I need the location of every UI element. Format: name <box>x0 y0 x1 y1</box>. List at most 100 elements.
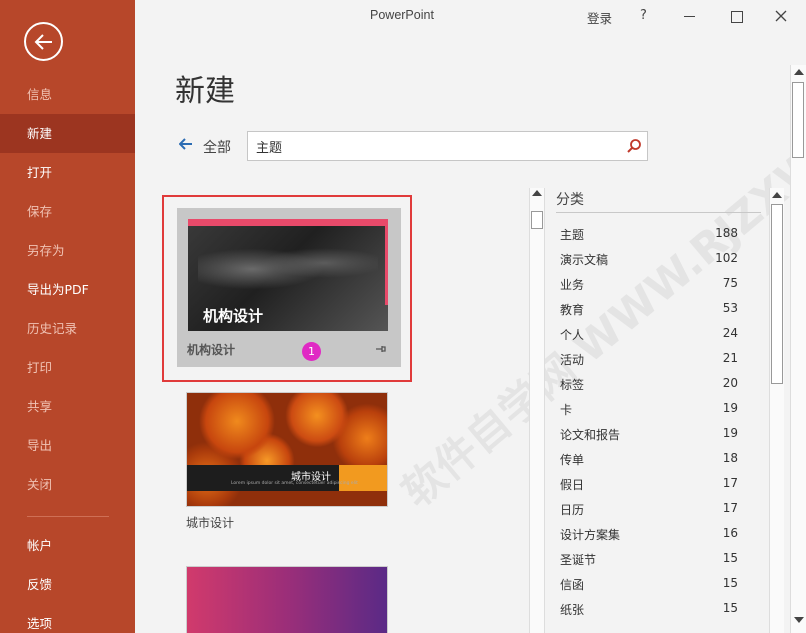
thumbnail-band: 城市设计 Lorem ipsum dolor sit amet, consect… <box>187 465 387 491</box>
thumbnail-band-accent <box>339 465 387 491</box>
page-scrollbar[interactable] <box>790 65 806 633</box>
category-count: 17 <box>722 476 738 490</box>
backstage-sidebar: 信息 新建 打开 保存 另存为 导出为PDF 历史记录 打印 共享 导出 关闭 … <box>0 0 135 633</box>
scrollbar-thumb[interactable] <box>531 211 543 229</box>
category-count: 53 <box>722 301 738 315</box>
scrollbar-thumb[interactable] <box>792 82 804 158</box>
category-count: 21 <box>722 351 738 365</box>
minimize-button[interactable] <box>680 6 700 26</box>
category-item[interactable]: 假日 17 <box>560 476 742 501</box>
sidebar-item-feedback[interactable]: 反馈 <box>0 565 135 604</box>
category-count: 19 <box>722 401 738 415</box>
category-item[interactable]: 标签 20 <box>560 376 742 401</box>
category-name: 主题 <box>560 228 585 242</box>
back-to-all-icon[interactable] <box>179 137 193 151</box>
category-name: 纸张 <box>560 603 585 617</box>
category-scrollbar[interactable] <box>769 188 784 633</box>
thumbnail-title: 机构设计 <box>203 307 264 325</box>
scroll-up-arrow-icon[interactable] <box>772 192 782 198</box>
category-count: 17 <box>722 501 738 515</box>
sidebar-item-close[interactable]: 关闭 <box>0 465 135 504</box>
template-label-1: 机构设计 <box>187 343 236 357</box>
back-button[interactable] <box>24 22 63 61</box>
template-card-1[interactable]: 机构设计 机构设计 1 <box>177 208 401 367</box>
category-item[interactable]: 卡 19 <box>560 401 742 426</box>
sidebar-item-account[interactable]: 帐户 <box>0 526 135 565</box>
template-search-input[interactable] <box>248 132 618 160</box>
category-item[interactable]: 个人 24 <box>560 326 742 351</box>
category-name: 设计方案集 <box>560 528 621 542</box>
category-name: 活动 <box>560 353 585 367</box>
category-name: 演示文稿 <box>560 253 609 267</box>
search-icon[interactable] <box>626 138 642 154</box>
sidebar-divider <box>27 516 109 517</box>
category-item[interactable]: 设计方案集 16 <box>560 526 742 551</box>
category-item[interactable]: 圣诞节 15 <box>560 551 742 576</box>
maximize-button[interactable] <box>726 6 746 26</box>
help-button[interactable]: ? <box>640 8 647 23</box>
category-name: 教育 <box>560 303 585 317</box>
scroll-up-arrow-icon[interactable] <box>794 69 804 75</box>
sidebar-item-options[interactable]: 选项 <box>0 604 135 633</box>
close-button[interactable] <box>771 6 791 26</box>
thumbnail-accent-bar <box>188 219 388 226</box>
category-count: 24 <box>722 326 738 340</box>
category-count: 102 <box>715 251 738 265</box>
category-divider <box>556 212 761 213</box>
category-count: 15 <box>722 601 738 615</box>
category-item[interactable]: 教育 53 <box>560 301 742 326</box>
page-title: 新建 <box>175 74 235 109</box>
category-item[interactable]: 日历 17 <box>560 501 742 526</box>
category-count: 15 <box>722 551 738 565</box>
scroll-down-arrow-icon[interactable] <box>794 617 804 623</box>
category-name: 传单 <box>560 453 585 467</box>
sidebar-item-new[interactable]: 新建 <box>0 114 135 153</box>
sidebar-item-export[interactable]: 导出 <box>0 426 135 465</box>
close-icon <box>775 10 787 22</box>
category-name: 个人 <box>560 328 585 342</box>
category-count: 19 <box>722 426 738 440</box>
template-search-box <box>247 131 648 161</box>
sidebar-item-save-as[interactable]: 另存为 <box>0 231 135 270</box>
category-count: 75 <box>722 276 738 290</box>
sidebar-item-print[interactable]: 打印 <box>0 348 135 387</box>
category-item[interactable]: 演示文稿 102 <box>560 251 742 276</box>
sidebar-item-export-pdf[interactable]: 导出为PDF <box>0 270 135 309</box>
category-count: 15 <box>722 576 738 590</box>
scroll-up-arrow-icon[interactable] <box>532 190 542 196</box>
category-item[interactable]: 主题 188 <box>560 226 742 251</box>
category-item[interactable]: 业务 75 <box>560 276 742 301</box>
template-label-2: 城市设计 <box>186 516 235 530</box>
all-templates-link[interactable]: 全部 <box>203 137 231 157</box>
category-count: 20 <box>722 376 738 390</box>
template-selection-highlight: 机构设计 机构设计 1 <box>162 195 412 382</box>
category-item[interactable]: 传单 18 <box>560 451 742 476</box>
category-item[interactable]: 论文和报告 19 <box>560 426 742 451</box>
category-name: 圣诞节 <box>560 553 597 567</box>
category-name: 假日 <box>560 478 585 492</box>
sidebar-item-history[interactable]: 历史记录 <box>0 309 135 348</box>
pin-icon[interactable] <box>375 344 387 354</box>
scrollbar-thumb[interactable] <box>771 204 783 384</box>
category-item[interactable]: 活动 21 <box>560 351 742 376</box>
category-count: 16 <box>722 526 738 540</box>
template-card-2[interactable]: 城市设计 Lorem ipsum dolor sit amet, consect… <box>186 392 388 507</box>
category-count: 188 <box>715 226 738 240</box>
sidebar-item-open[interactable]: 打开 <box>0 153 135 192</box>
category-name: 信函 <box>560 578 585 592</box>
step-badge: 1 <box>302 342 321 361</box>
category-header: 分类 <box>556 192 584 208</box>
thumbnail-subtitle: Lorem ipsum dolor sit amet, consectetuer… <box>231 481 358 486</box>
category-name: 论文和报告 <box>560 428 621 442</box>
category-name: 业务 <box>560 278 585 292</box>
category-item[interactable]: 信函 15 <box>560 576 742 601</box>
template-card-3[interactable] <box>186 566 388 633</box>
category-name: 标签 <box>560 378 585 392</box>
sidebar-item-share[interactable]: 共享 <box>0 387 135 426</box>
back-arrow-icon <box>34 34 52 50</box>
sidebar-item-info[interactable]: 信息 <box>0 75 135 114</box>
sidebar-item-save[interactable]: 保存 <box>0 192 135 231</box>
templates-scrollbar[interactable] <box>529 188 545 633</box>
category-item[interactable]: 纸张 15 <box>560 601 742 626</box>
login-link[interactable]: 登录 <box>587 8 612 27</box>
